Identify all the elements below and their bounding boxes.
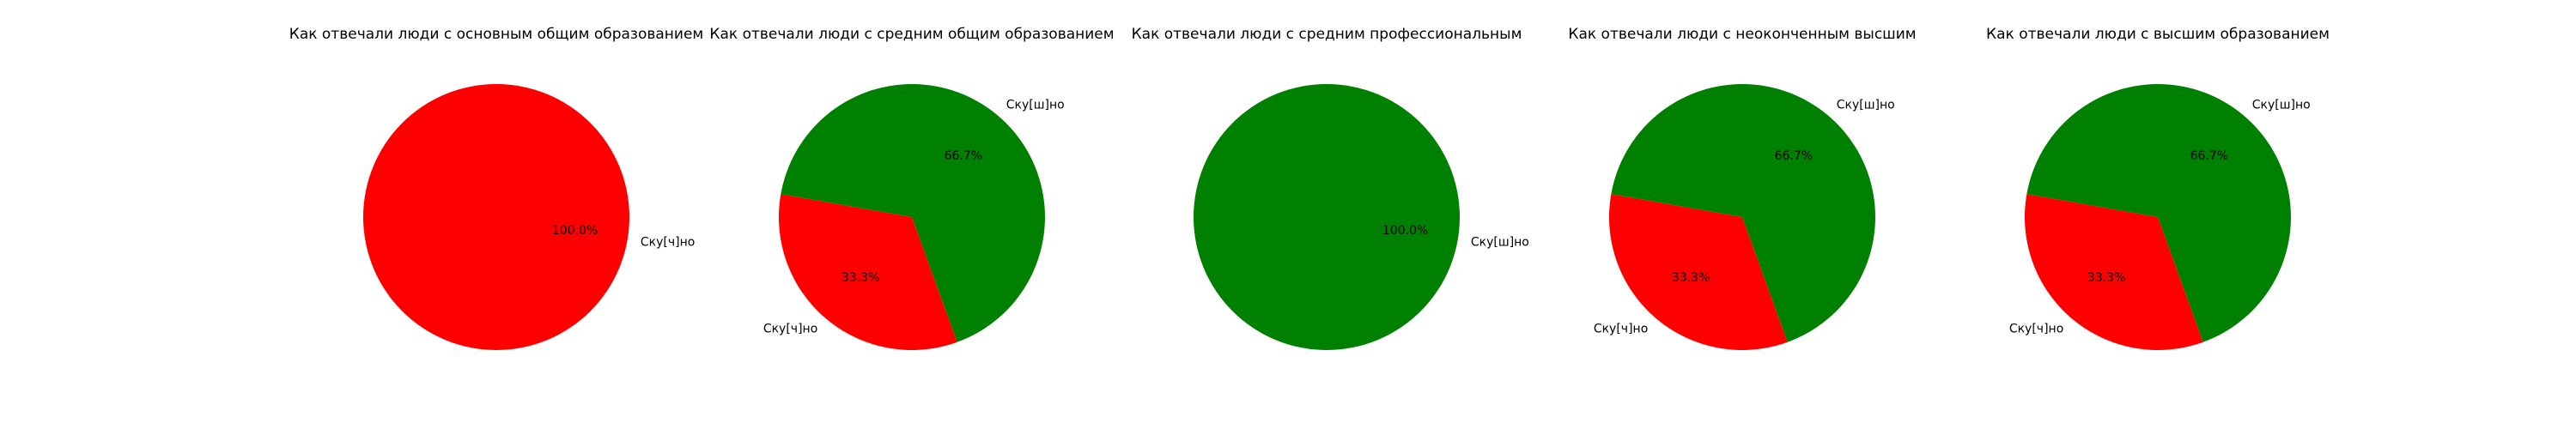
chart-title: Как отвечали люди с высшим образованием [1986,26,2330,43]
slice-percent-label: 33.3% [2087,271,2125,285]
slice-label: Ску[ш]но [1837,99,1895,112]
slice-percent-label: 66.7% [945,149,982,163]
slice-label: Ску[ч]но [2009,322,2063,335]
chart-title: Как отвечали люди с неоконченным высшим [1568,26,1916,43]
pie-slice [1194,84,1460,350]
pie-slice [363,84,629,350]
slice-percent-label: 66.7% [2190,149,2228,163]
slice-percent-label: 33.3% [841,271,879,285]
slice-label: Ску[ч]но [1594,322,1648,335]
slice-label: Ску[ш]но [2252,99,2311,112]
slice-label: Ску[ш]но [1006,99,1065,112]
pie-chart-4: Как отвечали люди с неоконченным высшим С… [1568,26,1917,350]
slice-percent-label: 100.0% [552,224,598,238]
chart-title: Как отвечали люди с основным общим образ… [289,26,704,43]
slice-percent-label: 66.7% [1775,149,1813,163]
pie-chart-2: Как отвечали люди с средним общим образо… [709,26,1115,350]
pie-charts-figure: Как отвечали люди с основным общим образ… [289,26,2330,350]
chart-title: Как отвечали люди с средним профессионал… [1132,26,1522,43]
slice-percent-label: 100.0% [1382,224,1428,238]
slice-label: Ску[ч]но [763,322,817,335]
slice-label: Ску[ч]но [641,236,695,250]
chart-title: Как отвечали люди с средним общим образо… [709,26,1114,43]
slice-label: Ску[ш]но [1471,236,1529,250]
pie-chart-5: Как отвечали люди с высшим образованием С… [1986,26,2330,350]
slice-percent-label: 33.3% [1672,271,1710,285]
pie-chart-3: Как отвечали люди с средним профессионал… [1132,26,1529,350]
pie-chart-1: Как отвечали люди с основным общим образ… [289,26,704,350]
